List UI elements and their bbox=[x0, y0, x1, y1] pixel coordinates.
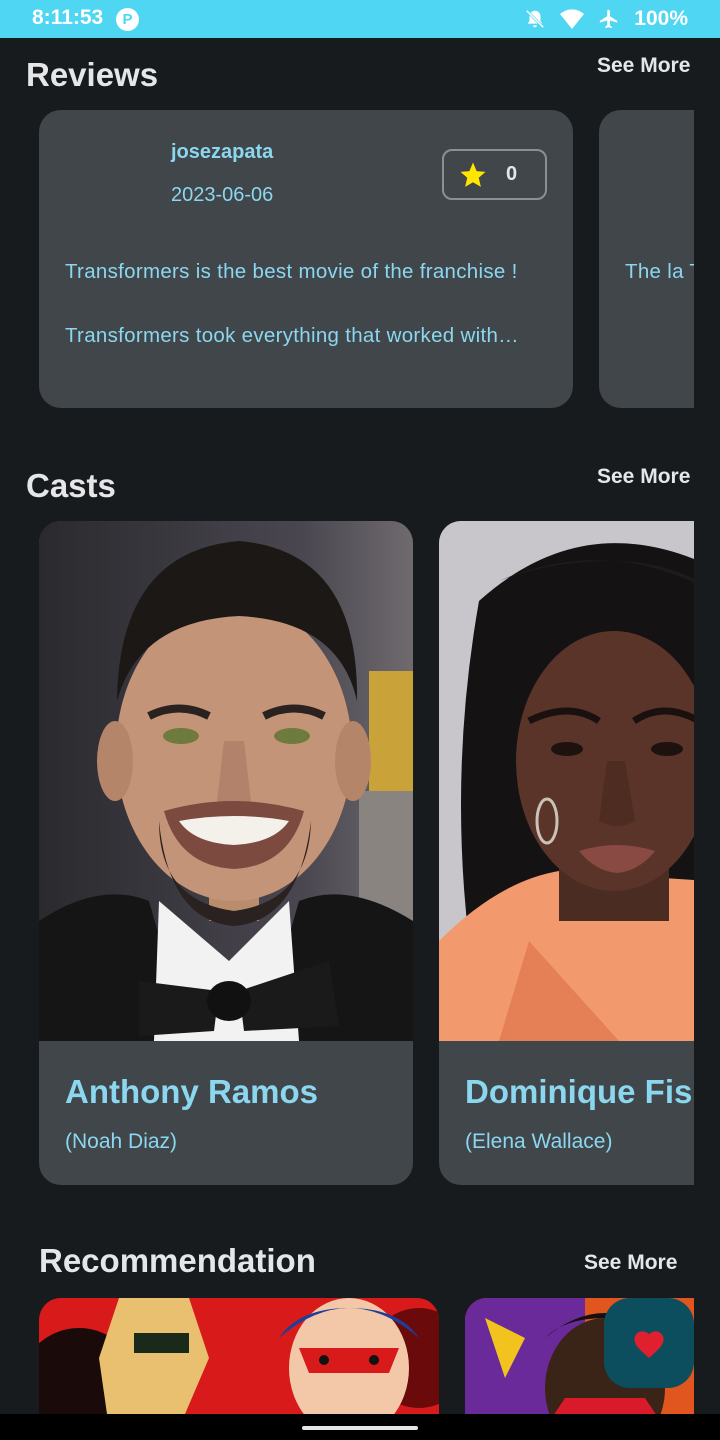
review-paragraph: Transformers took everything that worked… bbox=[65, 324, 519, 347]
reviews-title: Reviews bbox=[26, 56, 159, 93]
app-notification-icon: P bbox=[116, 8, 139, 31]
review-card[interactable]: The la Transfo “Transf cuefro bbox=[599, 110, 694, 408]
recommendation-see-more-button[interactable]: See More bbox=[584, 1251, 677, 1275]
reviews-carousel[interactable]: josezapata 2023-06-06 0 Transformers is … bbox=[0, 110, 694, 408]
system-navigation-bar bbox=[0, 1414, 720, 1440]
recommendation-title: Recommendation bbox=[39, 1242, 316, 1279]
review-content: Transformers is the best movie of the fr… bbox=[65, 256, 547, 352]
review-paragraph: Transformers is the best movie of the fr… bbox=[65, 260, 518, 283]
cast-card[interactable]: Dominique Fishback (Elena Wallace) bbox=[439, 521, 694, 1185]
rating-value: 0 bbox=[506, 163, 518, 185]
status-time: 8:11:53 bbox=[32, 6, 104, 29]
review-date: 2023-06-06 bbox=[171, 184, 274, 206]
home-gesture-handle[interactable] bbox=[302, 1426, 418, 1430]
review-content: The la Transfo “Transf cuefro bbox=[625, 260, 694, 283]
rating-badge: 0 bbox=[442, 149, 547, 200]
review-card[interactable]: josezapata 2023-06-06 0 Transformers is … bbox=[39, 110, 573, 408]
heart-icon bbox=[634, 1331, 664, 1359]
wifi-icon bbox=[560, 8, 585, 30]
battery-level: 100% bbox=[634, 7, 688, 30]
airplane-icon bbox=[598, 8, 620, 30]
reviews-see-more-button[interactable]: See More bbox=[597, 54, 690, 78]
cast-name: Dominique Fishback bbox=[465, 1073, 694, 1110]
cast-photo bbox=[39, 521, 413, 1041]
favorite-button[interactable] bbox=[604, 1298, 694, 1388]
casts-see-more-button[interactable]: See More bbox=[597, 465, 690, 489]
movie-detail-screen: Reviews See More josezapata 2023-06-06 0… bbox=[0, 38, 720, 1414]
cast-card[interactable]: Anthony Ramos (Noah Diaz) bbox=[39, 521, 413, 1185]
review-author: josezapata bbox=[171, 141, 274, 163]
cast-role: (Noah Diaz) bbox=[65, 1130, 178, 1153]
recommendation-poster[interactable] bbox=[39, 1298, 439, 1414]
cast-role: (Elena Wallace) bbox=[465, 1130, 613, 1153]
silent-bell-icon bbox=[524, 8, 546, 30]
cast-name: Anthony Ramos bbox=[65, 1073, 319, 1110]
status-bar: 8:11:53 P 100% bbox=[0, 0, 720, 38]
casts-title: Casts bbox=[26, 467, 116, 504]
star-icon bbox=[458, 160, 488, 195]
casts-carousel[interactable]: Anthony Ramos (Noah Diaz) Dominique Fis … bbox=[0, 521, 694, 1185]
recommendation-carousel[interactable] bbox=[0, 1298, 694, 1414]
cast-photo bbox=[439, 521, 694, 1041]
